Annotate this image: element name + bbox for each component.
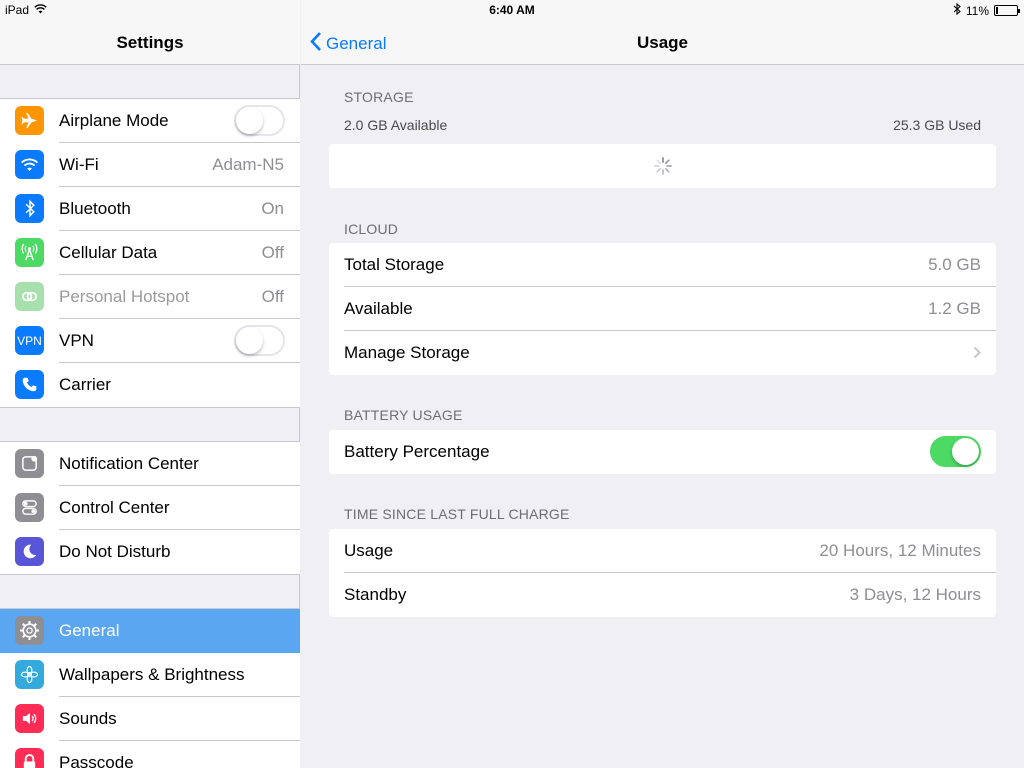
sidebar-item-control-center[interactable]: Control Center [0,486,300,530]
battery-icon [994,5,1020,16]
phone-icon [15,370,44,399]
battery-fill [996,7,998,14]
sidebar-item-personal-hotspot[interactable]: Personal Hotspot Off [0,275,300,319]
hotspot-icon [15,282,44,311]
standby-time-row: Standby 3 Days, 12 Hours [329,573,996,617]
sidebar-item-label: VPN [59,331,94,350]
status-right: 11% [953,2,1020,18]
sidebar-item-wifi[interactable]: Wi-Fi Adam-N5 [0,143,300,187]
chevron-right-icon [973,346,981,364]
battery-percent: 11% [965,3,989,18]
sidebar-title: Settings [116,33,184,52]
row-label: Battery Percentage [344,442,490,461]
sidebar-item-do-not-disturb[interactable]: Do Not Disturb [0,530,300,574]
sidebar-item-label: Wi-Fi [59,155,99,174]
battery-usage-card: Battery Percentage [329,430,996,474]
storage-available: 2.0 GB Available [344,117,448,133]
sidebar-item-label: Notification Center [59,454,199,473]
storage-summary: 2.0 GB Available 25.3 GB Used [344,117,981,133]
sidebar-item-label: General [59,621,120,640]
sidebar-item-label: Carrier [59,375,111,394]
row-label: Available [344,299,413,318]
vpn-icon: VPN [15,326,44,355]
sidebar-item-notification-center[interactable]: Notification Center [0,442,300,486]
sidebar-item-label: Sounds [59,709,117,728]
sidebar-item-label: Wallpapers & Brightness [59,665,245,684]
page-title: Usage [636,33,689,52]
bluetooth-icon [15,194,44,223]
bluetooth-value: On [261,199,284,218]
airplane-mode-toggle[interactable] [234,105,285,136]
icloud-total-storage-row: Total Storage 5.0 GB [329,243,996,287]
row-value: 20 Hours, 12 Minutes [819,541,981,560]
sidebar-item-label: Bluetooth [59,199,131,218]
sidebar-item-airplane-mode[interactable]: Airplane Mode [0,99,300,143]
manage-storage-row[interactable]: Manage Storage [329,331,996,375]
detail-panel: General Usage STORAGE 2.0 GB Available 2… [301,0,1024,768]
sidebar-item-label: Do Not Disturb [59,542,171,561]
row-label: Standby [344,585,407,604]
usage-time-row: Usage 20 Hours, 12 Minutes [329,529,996,573]
sidebar-item-label: Airplane Mode [59,111,169,130]
last-charge-card: Usage 20 Hours, 12 Minutes Standby 3 Day… [329,529,996,617]
wifi-network-value: Adam-N5 [212,155,284,174]
sidebar-item-passcode[interactable]: Passcode [0,741,300,768]
icloud-section-header: ICLOUD [344,221,399,237]
sidebar-group-system: Notification Center Control Center Do No… [0,441,300,575]
battery-percentage-toggle[interactable] [930,436,981,467]
flower-icon [15,660,44,689]
sidebar-group-connectivity: Airplane Mode Wi-Fi Adam-N5 Bluetooth On [0,98,300,408]
vpn-icon-text: VPN [17,333,42,348]
toggle-knob [236,107,263,134]
bluetooth-status-icon [953,2,961,18]
row-value: 3 Days, 12 Hours [849,585,981,604]
moon-icon [15,537,44,566]
gear-icon [15,616,44,645]
sidebar-item-sounds[interactable]: Sounds [0,697,300,741]
cellular-icon [15,238,44,267]
battery-usage-section-header: BATTERY USAGE [344,407,463,423]
row-value: 5.0 GB [928,255,981,274]
control-center-icon [15,493,44,522]
lock-icon [15,748,44,768]
row-label: Usage [344,541,394,560]
sidebar-item-carrier[interactable]: Carrier [0,363,300,407]
speaker-icon [15,704,44,733]
toggle-knob [952,438,979,465]
sidebar-item-general[interactable]: General [0,609,300,653]
storage-used: 25.3 GB Used [893,117,981,133]
airplane-icon [15,106,44,135]
row-value: 1.2 GB [928,299,981,318]
sidebar-item-label: Control Center [59,498,170,517]
sidebar-item-label: Personal Hotspot [59,287,190,306]
sidebar-item-label: Passcode [59,753,134,768]
cellular-data-value: Off [261,243,284,262]
sidebar-item-wallpapers-brightness[interactable]: Wallpapers & Brightness [0,653,300,697]
sidebar-item-vpn[interactable]: VPN VPN [0,319,300,363]
storage-section-header: STORAGE [344,89,414,105]
wifi-icon [15,150,44,179]
storage-card [329,144,996,188]
sidebar-item-bluetooth[interactable]: Bluetooth On [0,187,300,231]
sidebar: Settings Airplane Mode Wi-Fi Adam-N5 Blu… [0,0,300,768]
status-bar: iPad 6:40 AM 11% [0,0,1024,20]
status-time: 6:40 AM [489,3,535,17]
row-label: Manage Storage [344,343,470,362]
battery-percentage-row: Battery Percentage [329,430,996,474]
vpn-toggle[interactable] [234,325,285,356]
icloud-available-row: Available 1.2 GB [329,287,996,331]
sidebar-item-cellular-data[interactable]: Cellular Data Off [0,231,300,275]
personal-hotspot-value: Off [261,287,284,306]
icloud-card: Total Storage 5.0 GB Available 1.2 GB Ma… [329,243,996,375]
sidebar-group-device: General Wallpapers & Brightness Sounds P… [0,608,300,768]
sidebar-item-label: Cellular Data [59,243,158,262]
row-label: Total Storage [344,255,445,274]
loading-spinner-icon [653,156,673,181]
notification-center-icon [15,449,44,478]
toggle-knob [236,327,263,354]
last-charge-section-header: TIME SINCE LAST FULL CHARGE [344,506,570,522]
